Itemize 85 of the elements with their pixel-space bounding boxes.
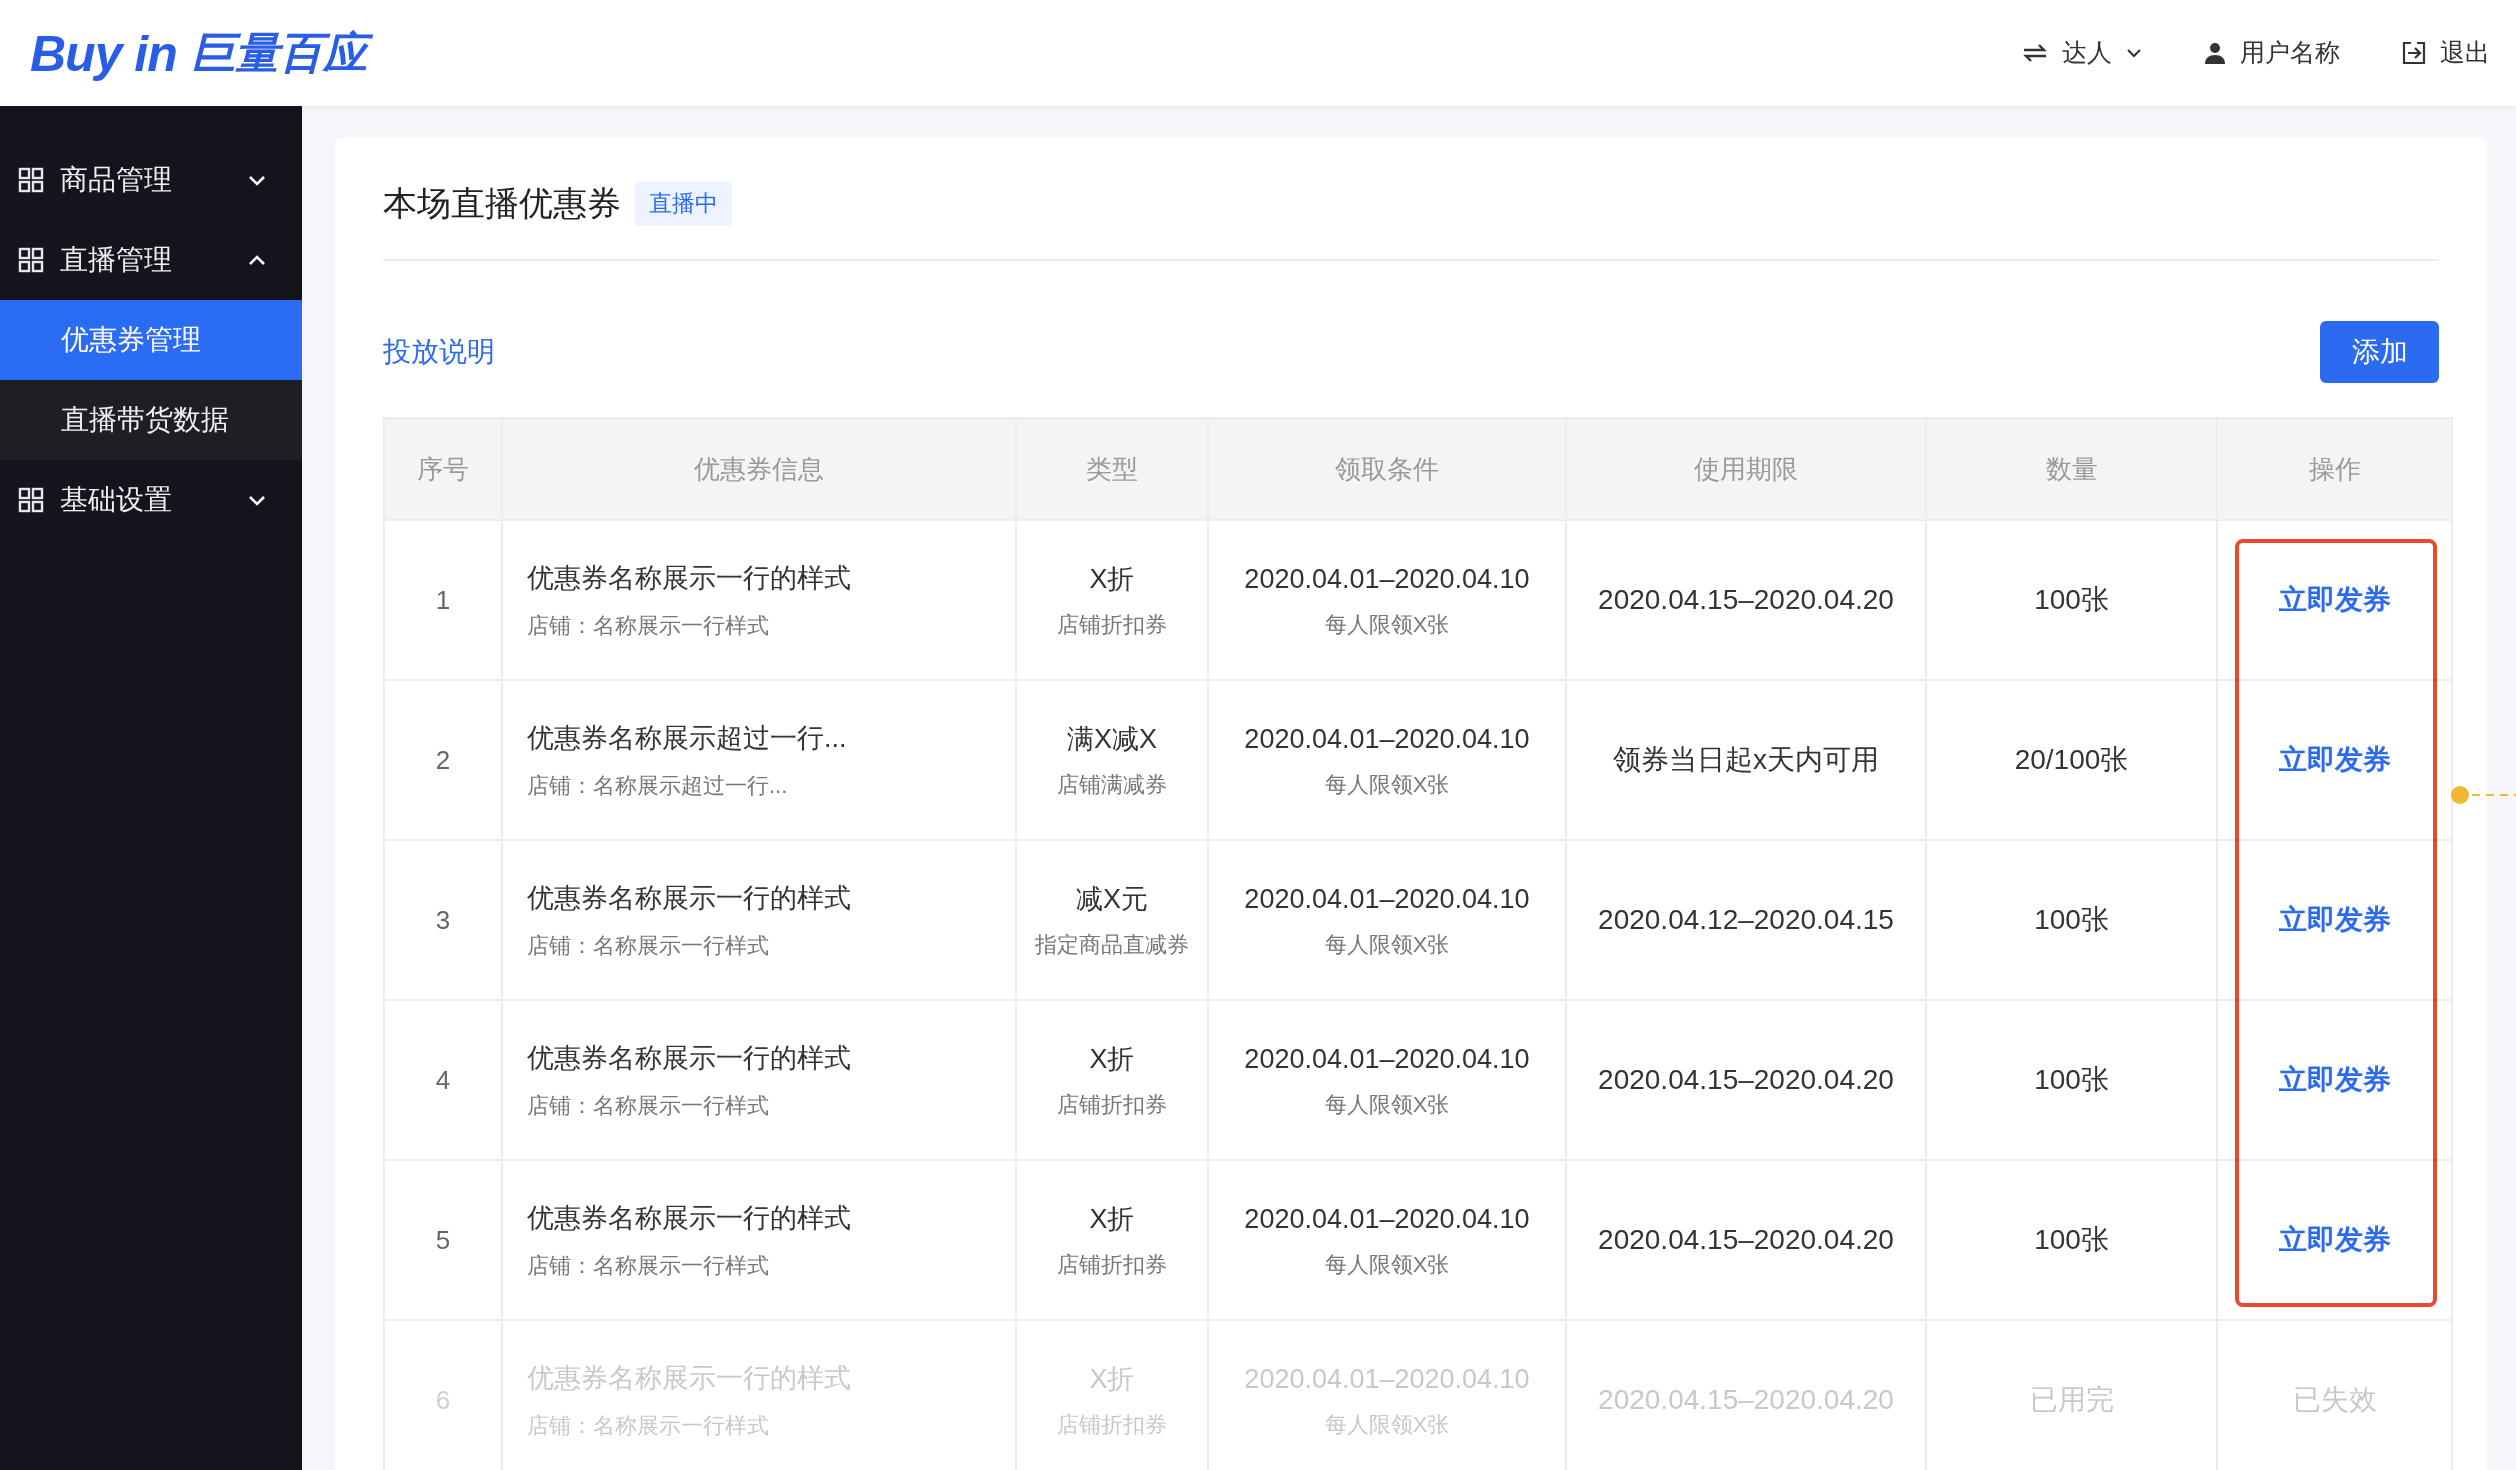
chevron-down-icon <box>248 494 266 506</box>
claim-limit: 每人限领X张 <box>1323 930 1451 959</box>
coupon-type: X折 <box>1088 1043 1136 1077</box>
grid-icon <box>18 487 44 513</box>
sidebar-group-label: 基础设置 <box>60 483 173 517</box>
sidebar-item[interactable]: 优惠券管理 <box>0 300 302 380</box>
claim-limit: 每人限领X张 <box>1323 1090 1451 1119</box>
chevron-down-icon <box>2126 48 2142 58</box>
table-cell: 20/100张 <box>1926 680 2217 840</box>
shop-name: 店铺：名称展示一行样式 <box>527 931 770 960</box>
sidebar-group[interactable]: 直播管理 <box>0 220 302 300</box>
claim-period: 2020.04.01–2020.04.10 <box>1243 563 1531 597</box>
coupon-name: 优惠券名称展示一行的样式 <box>527 562 852 596</box>
chevron-up-icon <box>248 254 266 266</box>
coupon-type: X折 <box>1088 563 1136 597</box>
column-header: 数量 <box>1926 418 2217 520</box>
claim-period: 2020.04.01–2020.04.10 <box>1243 723 1531 757</box>
claim-period: 2020.04.01–2020.04.10 <box>1243 1043 1531 1077</box>
sidebar-item[interactable]: 直播带货数据 <box>0 380 302 460</box>
grid-icon <box>18 167 44 193</box>
table-cell: 1 <box>384 520 502 680</box>
coupon-type-detail: 店铺折扣券 <box>1056 1090 1168 1119</box>
table-cell: 2020.04.15–2020.04.20 <box>1566 520 1926 680</box>
logout-link[interactable]: 退出 <box>2440 34 2490 72</box>
issue-coupon-link[interactable]: 立即发券 <box>2278 904 2391 935</box>
sidebar-group[interactable]: 基础设置 <box>0 460 302 540</box>
column-header: 序号 <box>384 418 502 520</box>
user-icon <box>2204 42 2226 64</box>
table-cell: 3 <box>384 840 502 1000</box>
coupon-type-detail: 店铺折扣券 <box>1056 610 1168 639</box>
logo-text: Buy in <box>30 29 177 80</box>
logo-text: 巨量百应 <box>190 26 375 80</box>
table-cell: 100张 <box>1926 840 2217 1000</box>
page-title: 本场直播优惠券 <box>383 183 621 224</box>
table-cell: 100张 <box>1926 1160 2217 1320</box>
coupon-type-detail: 店铺折扣券 <box>1056 1250 1168 1279</box>
coupon-name: 优惠券名称展示一行的样式 <box>527 1042 852 1076</box>
issue-coupon-link[interactable]: 立即发券 <box>2278 744 2391 775</box>
table-cell: 2020.04.15–2020.04.20 <box>1566 1000 1926 1160</box>
coupon-name: 优惠券名称展示一行的样式 <box>527 882 852 916</box>
status-badge: 直播中 <box>635 181 732 226</box>
shop-name: 店铺：名称展示一行样式 <box>527 1251 770 1280</box>
issue-coupon-link[interactable]: 立即发券 <box>2278 1224 2391 1255</box>
shop-name: 店铺：名称展示一行样式 <box>527 1091 770 1120</box>
claim-limit: 每人限领X张 <box>1323 770 1451 799</box>
add-button[interactable]: 添加 <box>2320 321 2439 383</box>
coupon-type-detail: 店铺满减券 <box>1056 770 1168 799</box>
coupon-type-detail: 指定商品直减券 <box>1034 930 1190 959</box>
table-cell: 2 <box>384 680 502 840</box>
column-header: 领取条件 <box>1208 418 1566 520</box>
chevron-down-icon <box>248 174 266 186</box>
claim-period: 2020.04.01–2020.04.10 <box>1243 1203 1531 1237</box>
help-link[interactable]: 投放说明 <box>383 331 495 373</box>
claim-limit: 每人限领X张 <box>1323 610 1451 639</box>
coupon-type: 减X元 <box>1075 883 1149 917</box>
column-header: 优惠券信息 <box>502 418 1016 520</box>
column-header: 操作 <box>2217 418 2452 520</box>
sidebar-group-label: 商品管理 <box>60 163 173 197</box>
user-name[interactable]: 用户名称 <box>2240 34 2340 72</box>
role-switch-label[interactable]: 达人 <box>2062 34 2112 72</box>
grid-icon <box>18 247 44 273</box>
claim-limit: 每人限领X张 <box>1323 1250 1451 1279</box>
issue-coupon-link[interactable]: 立即发券 <box>2278 1064 2391 1095</box>
table-cell: 5 <box>384 1160 502 1320</box>
table-cell: 100张 <box>1926 1000 2217 1160</box>
table-cell: 100张 <box>1926 520 2217 680</box>
logout-icon <box>2402 41 2426 65</box>
shop-name: 店铺：名称展示一行样式 <box>527 611 770 640</box>
sidebar-group-label: 直播管理 <box>60 243 173 277</box>
coupon-name: 优惠券名称展示一行的样式 <box>527 1202 852 1236</box>
table-cell: 4 <box>384 1000 502 1160</box>
sidebar-group[interactable]: 商品管理 <box>0 140 302 220</box>
issue-coupon-link[interactable]: 立即发券 <box>2278 584 2391 615</box>
coupon-type: 满X减X <box>1066 723 1158 757</box>
table-cell: 领券当日起x天内可用 <box>1566 680 1926 840</box>
claim-period: 2020.04.01–2020.04.10 <box>1243 883 1531 917</box>
shop-name: 店铺：名称展示超过一行... <box>527 771 789 800</box>
table-cell: 2020.04.12–2020.04.15 <box>1566 840 1926 1000</box>
annotation-marker <box>2450 785 2516 805</box>
column-header: 类型 <box>1016 418 1208 520</box>
coupon-name: 优惠券名称展示超过一行... <box>527 722 848 756</box>
swap-arrows-icon <box>2022 43 2048 63</box>
table-cell: 2020.04.15–2020.04.20 <box>1566 1160 1926 1320</box>
column-header: 使用期限 <box>1566 418 1926 520</box>
coupon-type: X折 <box>1088 1203 1136 1237</box>
